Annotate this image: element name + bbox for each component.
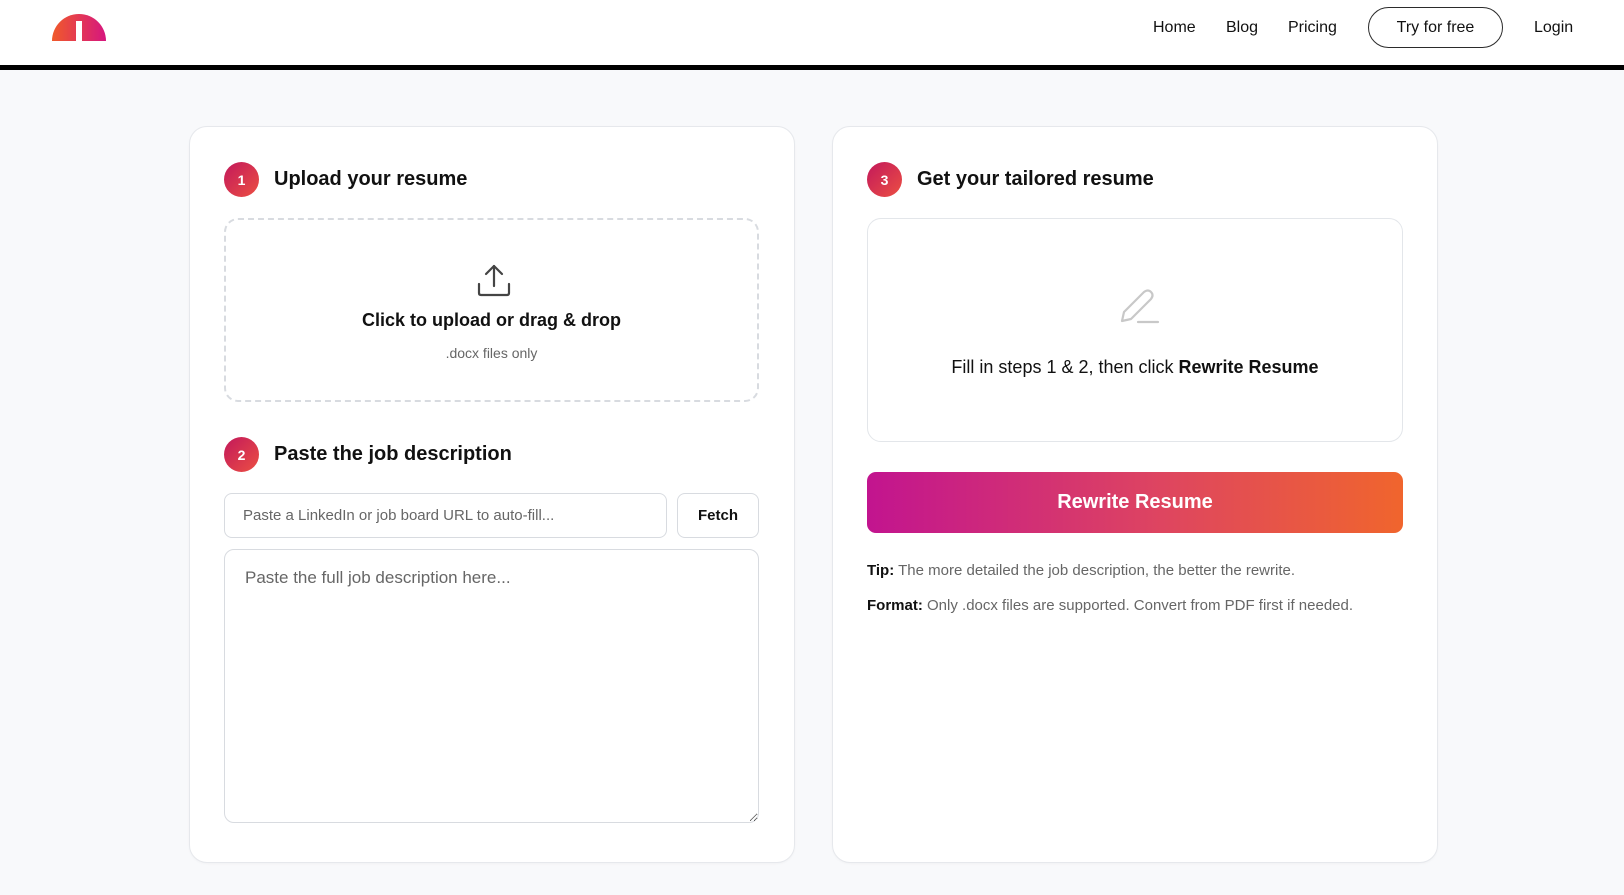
step-1-title: Upload your resume [274, 168, 468, 190]
nav-blog-link[interactable]: Blog [1226, 16, 1258, 40]
format-label: Format: [867, 597, 923, 614]
step-1-header: 1 Upload your resume [224, 162, 467, 197]
job-url-input[interactable] [224, 493, 667, 538]
format-note: Format: Only .docx files are supported. … [867, 597, 1353, 614]
result-placeholder-box: Fill in steps 1 & 2, then click Rewrite … [867, 218, 1403, 442]
tip-note: Tip: The more detailed the job descripti… [867, 562, 1295, 579]
job-description-textarea[interactable] [224, 549, 759, 823]
step-3-title: Get your tailored resume [917, 168, 1154, 190]
dropzone-subtitle: .docx files only [445, 345, 538, 361]
step-2-header: 2 Paste the job description [224, 437, 512, 472]
result-message-prefix: Fill in steps 1 & 2, then click [951, 357, 1179, 377]
half-circle-logo-icon[interactable] [52, 13, 106, 41]
nav-pricing-link[interactable]: Pricing [1288, 16, 1337, 40]
result-empty-message: Fill in steps 1 & 2, then click Rewrite … [868, 357, 1402, 378]
tip-label: Tip: [867, 562, 895, 579]
top-navigation-bar: Home Blog Pricing Try for free Login [0, 0, 1624, 70]
input-card: 1 Upload your resume Click to upload or … [189, 126, 795, 863]
rewrite-resume-button[interactable]: Rewrite Resume [867, 472, 1403, 533]
result-message-bold: Rewrite Resume [1178, 357, 1319, 377]
step-3-badge: 3 [867, 162, 902, 197]
upload-icon [477, 264, 511, 297]
step-3-header: 3 Get your tailored resume [867, 162, 1154, 197]
output-card: 3 Get your tailored resume Fill in steps… [832, 126, 1438, 863]
dropzone-title: Click to upload or drag & drop [361, 310, 621, 330]
step-2-badge: 2 [224, 437, 259, 472]
nav-home-link[interactable]: Home [1153, 16, 1196, 40]
try-for-free-button[interactable]: Try for free [1368, 7, 1503, 48]
step-2-title: Paste the job description [274, 443, 512, 465]
step-1-badge: 1 [224, 162, 259, 197]
fetch-button[interactable]: Fetch [677, 493, 759, 538]
tip-text: The more detailed the job description, t… [894, 562, 1295, 579]
format-text: Only .docx files are supported. Convert … [922, 597, 1354, 614]
resume-upload-dropzone[interactable]: Click to upload or drag & drop .docx fil… [224, 218, 759, 402]
nav-login-link[interactable]: Login [1534, 16, 1573, 40]
pen-icon [1120, 289, 1160, 324]
